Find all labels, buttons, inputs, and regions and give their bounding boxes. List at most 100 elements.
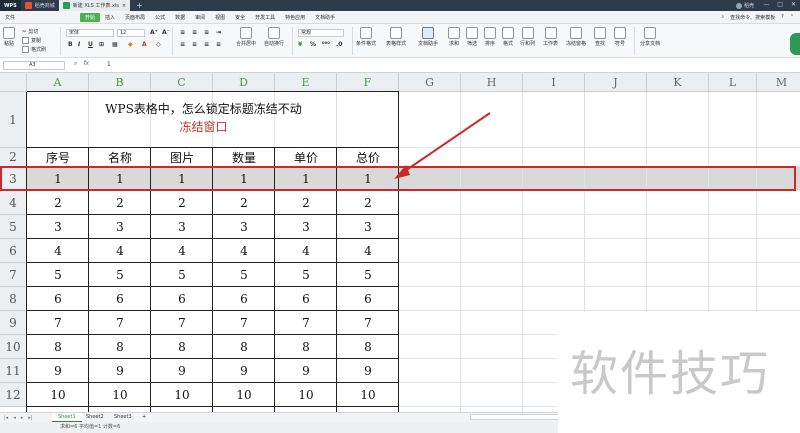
row-header-7[interactable]: 7	[0, 263, 27, 287]
side-panel-toggle-icon[interactable]	[790, 33, 800, 55]
column-header-b[interactable]: B	[89, 73, 151, 92]
table-cell[interactable]: 6	[213, 287, 275, 311]
table-header-cell[interactable]: 序号	[27, 148, 89, 167]
maximize-icon[interactable]: □	[777, 1, 783, 8]
row-header-2[interactable]: 2	[0, 148, 27, 167]
table-cell[interactable]: 7	[275, 311, 337, 335]
table-cell[interactable]: 10	[27, 383, 89, 407]
command-search[interactable]: 查找命令、搜索模板	[730, 14, 775, 21]
indent-icon[interactable]: ⇥	[216, 29, 221, 36]
copy-button[interactable]: 复制	[22, 37, 41, 44]
search-icon[interactable]: ⌕	[721, 14, 724, 21]
table-cell[interactable]: 3	[275, 215, 337, 239]
table-cell[interactable]: 9	[213, 359, 275, 383]
menu-view[interactable]: 视图	[210, 14, 230, 21]
table-cell[interactable]: 3	[151, 215, 213, 239]
table-cell[interactable]: 9	[337, 359, 399, 383]
table-cell[interactable]: 10	[275, 383, 337, 407]
sort-button[interactable]: 排序	[484, 27, 496, 47]
table-cell[interactable]: 4	[151, 239, 213, 263]
table-cell[interactable]: 2	[275, 191, 337, 215]
column-header-g[interactable]: G	[399, 73, 461, 92]
align-right-icon[interactable]: ≡	[204, 41, 209, 48]
table-cell[interactable]: 4	[213, 239, 275, 263]
filter-button[interactable]: 筛选	[466, 27, 478, 47]
table-cell[interactable]: 8	[275, 335, 337, 359]
table-cell[interactable]: 3	[27, 215, 89, 239]
sheet-tab-3[interactable]: Sheet3	[108, 413, 138, 422]
share-doc-button[interactable]: 分享文档	[640, 27, 660, 47]
add-sheet-button[interactable]: +	[136, 413, 152, 422]
row-header-8[interactable]: 8	[0, 287, 27, 311]
close-tab-icon[interactable]: ×	[122, 3, 126, 9]
shrink-font-icon[interactable]: A⁻	[162, 29, 170, 36]
sheet-tab-2[interactable]: Sheet2	[80, 413, 110, 422]
user-login[interactable]: 稻壳	[735, 2, 754, 9]
border-icon[interactable]: ⊞	[99, 41, 104, 48]
collapse-ribbon-icon[interactable]: ⌃	[790, 14, 794, 21]
align-top-icon[interactable]: ≡	[180, 29, 185, 36]
table-header-cell[interactable]: 图片	[151, 148, 213, 167]
horizontal-scrollbar[interactable]	[470, 414, 560, 420]
table-cell[interactable]: 2	[89, 191, 151, 215]
menu-file[interactable]: 文件	[0, 14, 20, 21]
table-cell[interactable]: 10	[337, 383, 399, 407]
new-tab-button[interactable]: +	[130, 1, 149, 10]
column-header-h[interactable]: H	[461, 73, 523, 92]
table-cell[interactable]: 7	[213, 311, 275, 335]
underline-icon[interactable]: U	[88, 41, 93, 48]
prev-sheet-icon[interactable]: ◂	[13, 415, 16, 421]
table-cell[interactable]: 5	[337, 263, 399, 287]
table-cell[interactable]: 4	[337, 239, 399, 263]
minimize-icon[interactable]: —	[763, 1, 769, 8]
table-cell[interactable]: 4	[89, 239, 151, 263]
merge-center-button[interactable]: 合并居中	[236, 27, 256, 47]
table-header-cell[interactable]: 数量	[213, 148, 275, 167]
table-cell[interactable]: 8	[337, 335, 399, 359]
table-cell[interactable]: 3	[89, 215, 151, 239]
column-header-e[interactable]: E	[275, 73, 337, 92]
column-header-a[interactable]: A	[27, 73, 89, 92]
table-cell[interactable]: 2	[213, 191, 275, 215]
name-box[interactable]: A3	[3, 61, 65, 70]
menu-doc-helper[interactable]: 文档助手	[310, 14, 340, 21]
table-cell[interactable]: 6	[89, 287, 151, 311]
format-button[interactable]: 格式	[502, 27, 514, 47]
paste-button[interactable]: 粘贴	[3, 27, 15, 47]
menu-data[interactable]: 数据	[170, 14, 190, 21]
clear-format-icon[interactable]: ◇	[156, 41, 161, 48]
menu-developer[interactable]: 开发工具	[250, 14, 280, 21]
column-header-i[interactable]: I	[523, 73, 585, 92]
sheet-style-icon[interactable]: ▦	[112, 41, 118, 48]
table-cell[interactable]: 3	[213, 215, 275, 239]
symbol-button[interactable]: 符号	[614, 27, 626, 47]
find-button[interactable]: 查找	[594, 27, 606, 47]
menu-features[interactable]: 特色应用	[280, 14, 310, 21]
italic-icon[interactable]: I	[78, 41, 80, 48]
close-icon[interactable]: ✕	[791, 1, 796, 8]
tab-docer[interactable]: 稻壳商城	[21, 0, 59, 11]
align-middle-icon[interactable]: ≡	[192, 29, 197, 36]
table-cell[interactable]: 5	[151, 263, 213, 287]
column-header-j[interactable]: J	[585, 73, 647, 92]
table-cell[interactable]: 10	[151, 383, 213, 407]
decimal-icon[interactable]: .0	[336, 41, 342, 48]
table-cell[interactable]: 9	[89, 359, 151, 383]
thousands-icon[interactable]: ⁰⁰⁰	[322, 41, 330, 48]
table-cell[interactable]: 3	[337, 215, 399, 239]
table-cell[interactable]: 9	[27, 359, 89, 383]
doc-helper-button[interactable]: 文档助手	[418, 27, 438, 47]
column-header-m[interactable]: M	[757, 73, 800, 92]
worksheet-button[interactable]: 工作表	[543, 27, 558, 47]
conditional-format-button[interactable]: 条件格式	[356, 27, 376, 47]
table-cell[interactable]: 7	[89, 311, 151, 335]
percent-icon[interactable]: %	[310, 41, 316, 48]
table-cell[interactable]: 2	[151, 191, 213, 215]
fx-icon[interactable]: fx	[83, 60, 89, 68]
menu-security[interactable]: 安全	[230, 14, 250, 21]
menu-home[interactable]: 开始	[80, 12, 101, 22]
tab-workbook[interactable]: 新建 XLS 工作表.xls ×	[58, 0, 131, 11]
table-cell[interactable]: 8	[151, 335, 213, 359]
row-header-4[interactable]: 4	[0, 191, 27, 215]
first-sheet-icon[interactable]: |◂	[4, 415, 8, 421]
